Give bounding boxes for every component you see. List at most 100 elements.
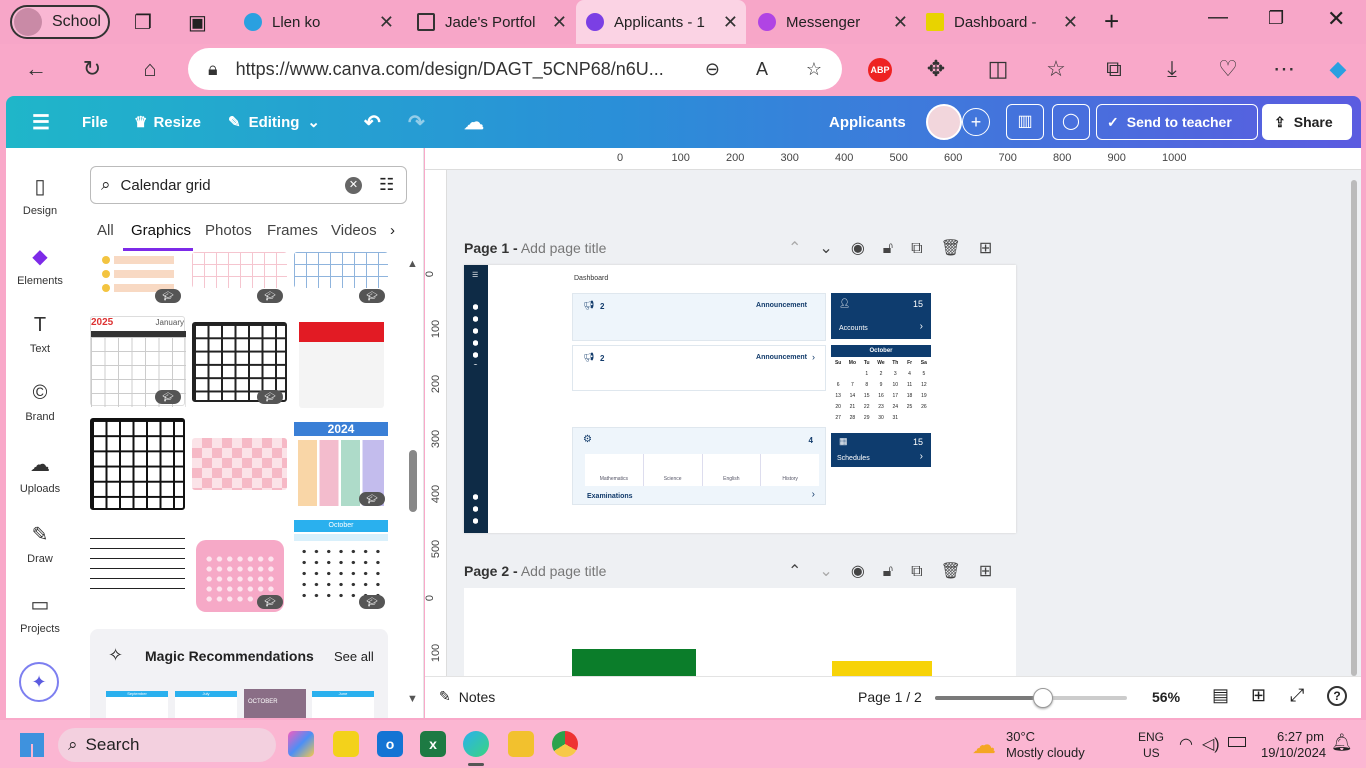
back-icon[interactable]: ← xyxy=(22,56,50,82)
page-1-actions[interactable]: ⌃⌄◉🔓︎⧉🗑︎⊞ xyxy=(788,238,1010,258)
move-up-icon[interactable]: ⌃ xyxy=(788,240,819,257)
abp-icon[interactable]: ABP xyxy=(868,58,892,82)
design-title[interactable]: Applicants xyxy=(829,96,906,148)
split-screen-icon[interactable]: ◫ xyxy=(984,56,1012,82)
comment-icon[interactable]: ◯ xyxy=(1052,104,1090,140)
duplicate-icon[interactable]: ⧉ xyxy=(911,563,940,580)
move-down-icon[interactable]: ⌄ xyxy=(819,240,850,257)
lock-page-icon[interactable]: 🔓︎ xyxy=(883,240,911,257)
sticky-notes-icon[interactable] xyxy=(333,731,359,757)
tab-all[interactable]: All xyxy=(97,222,114,239)
minimize-icon[interactable]: — xyxy=(1208,6,1228,29)
graphic-thumb-pink-checker[interactable] xyxy=(192,438,287,490)
rail-item-elements[interactable]: ◆ Elements xyxy=(6,244,74,287)
graphic-thumb-red-calendar[interactable] xyxy=(299,322,384,408)
tab-videos[interactable]: Videos xyxy=(331,222,377,239)
tab-frames[interactable]: Frames xyxy=(267,222,318,239)
redo-icon[interactable]: ↷ xyxy=(408,96,425,148)
tab-photos[interactable]: Photos xyxy=(205,222,252,239)
home-icon[interactable]: ⌂ xyxy=(136,56,164,82)
wifi-icon[interactable]: ◠ xyxy=(1179,734,1193,754)
tab-llen[interactable]: Llen ko ✕ xyxy=(232,4,402,40)
insights-icon[interactable]: ▥ xyxy=(1006,104,1044,140)
close-icon[interactable]: ✕ xyxy=(552,12,567,33)
hide-icon[interactable]: ◉ xyxy=(851,563,883,580)
close-icon[interactable]: ✕ xyxy=(893,12,908,33)
weather-icon[interactable]: ☁ xyxy=(972,731,996,760)
magic-thumb[interactable]: September xyxy=(106,691,168,718)
tab-actions-icon[interactable]: ▣ xyxy=(188,10,207,35)
refresh-icon[interactable]: ↻ xyxy=(78,56,106,82)
search-input[interactable]: ⌕ Calendar grid ✕ ☷ xyxy=(90,166,407,204)
delete-icon[interactable]: 🗑︎ xyxy=(941,240,979,257)
rail-item-design[interactable]: ▯ Design xyxy=(6,174,74,217)
resize-button[interactable]: ♛ Resize xyxy=(134,96,201,148)
profile-button[interactable]: School xyxy=(10,5,110,39)
menu-icon[interactable]: ☰ xyxy=(32,96,50,148)
tab-portfolio[interactable]: Jade's Portfol ✕ xyxy=(405,4,575,40)
close-icon[interactable]: ✕ xyxy=(379,12,394,33)
duplicate-icon[interactable]: ⧉ xyxy=(911,240,940,257)
workspaces-icon[interactable]: ❐ xyxy=(134,10,152,35)
language-top[interactable]: ENG xyxy=(1138,730,1164,744)
more-icon[interactable]: ⋯ xyxy=(1270,56,1298,82)
graphic-thumb-lines[interactable] xyxy=(90,530,185,594)
rail-item-projects[interactable]: ▭ Projects xyxy=(6,592,74,635)
close-icon[interactable]: ✕ xyxy=(1063,12,1078,33)
clear-icon[interactable]: ✕ xyxy=(345,176,362,194)
collections-icon[interactable]: ⧉ xyxy=(1100,56,1128,82)
extensions-icon[interactable]: ✥ xyxy=(922,56,950,82)
notification-icon[interactable]: 🔔︎ xyxy=(1331,733,1353,753)
page-2-actions[interactable]: ⌃⌄◉🔓︎⧉🗑︎⊞ xyxy=(788,561,1010,581)
chevron-right-icon[interactable]: › xyxy=(390,222,395,239)
see-all-link[interactable]: See all xyxy=(334,649,374,664)
pages-view-icon[interactable]: ⊞ xyxy=(1251,685,1266,706)
outlook-icon[interactable]: o xyxy=(377,731,403,757)
magic-assistant-button[interactable]: ✦ xyxy=(19,662,59,702)
page-1-header[interactable]: Page 1 - Add page title xyxy=(464,240,606,256)
panel-scrollbar[interactable] xyxy=(409,450,417,512)
excel-icon[interactable]: x xyxy=(420,731,446,757)
magic-thumb[interactable]: July xyxy=(175,691,237,718)
tab-graphics[interactable]: Graphics xyxy=(131,222,191,239)
battery-icon[interactable] xyxy=(1228,737,1246,747)
tab-dashboard[interactable]: Dashboard - ✕ xyxy=(916,4,1086,40)
scroll-down-icon[interactable]: ▼ xyxy=(407,693,418,705)
language-bottom[interactable]: US xyxy=(1143,746,1160,760)
close-icon[interactable]: ✕ xyxy=(723,12,738,33)
new-tab-icon[interactable]: + xyxy=(1104,6,1119,37)
rail-item-text[interactable]: T Text xyxy=(6,314,74,355)
zoom-value[interactable]: 56% xyxy=(1152,689,1180,705)
file-button[interactable]: File xyxy=(82,96,108,148)
address-bar[interactable]: 🔒︎ https://www.canva.com/design/DAGT_5CN… xyxy=(188,48,842,90)
windows-start-icon[interactable] xyxy=(20,733,44,757)
weather-desc[interactable]: Mostly cloudy xyxy=(1006,745,1085,760)
page-1-canvas[interactable]: ☰ Dashboard 📢︎ 2 Announcement 📢︎ 2 Annou… xyxy=(464,265,1016,533)
filter-icon[interactable]: ☷ xyxy=(379,175,394,195)
edge-icon[interactable] xyxy=(463,731,489,757)
editing-button[interactable]: ✎ Editing ⌄ xyxy=(228,96,320,148)
file-explorer-icon[interactable] xyxy=(508,731,534,757)
graphic-thumb-blue-grid[interactable] xyxy=(294,252,388,288)
rail-item-uploads[interactable]: ☁ Uploads xyxy=(6,452,74,495)
workspace-scrollbar[interactable] xyxy=(1351,180,1357,676)
tab-applicants[interactable]: Applicants - 1 ✕ xyxy=(576,0,746,44)
page-title-placeholder[interactable]: Add page title xyxy=(521,563,607,579)
undo-icon[interactable]: ↶ xyxy=(364,96,381,148)
notes-button[interactable]: ✎ Notes xyxy=(439,688,495,705)
zoom-slider[interactable] xyxy=(935,688,1127,708)
chrome-icon[interactable] xyxy=(552,731,578,757)
copilot-app-icon[interactable] xyxy=(288,731,314,757)
lock-page-icon[interactable]: 🔓︎ xyxy=(883,563,911,580)
help-icon[interactable]: ? xyxy=(1327,686,1347,706)
move-up-icon[interactable]: ⌃ xyxy=(788,563,819,580)
add-page-icon[interactable]: ⊞ xyxy=(979,240,1010,257)
downloads-icon[interactable]: ⤓ xyxy=(1158,56,1186,82)
read-aloud-icon[interactable]: A xyxy=(756,59,768,80)
page-indicator[interactable]: Page 1 / 2 xyxy=(858,689,922,705)
volume-icon[interactable]: ◁) xyxy=(1202,734,1220,754)
page-2-header[interactable]: Page 2 - Add page title xyxy=(464,563,606,579)
collaborator-avatar[interactable] xyxy=(926,104,962,140)
rail-item-draw[interactable]: ✎ Draw xyxy=(6,522,74,565)
delete-icon[interactable]: 🗑︎ xyxy=(941,563,979,580)
